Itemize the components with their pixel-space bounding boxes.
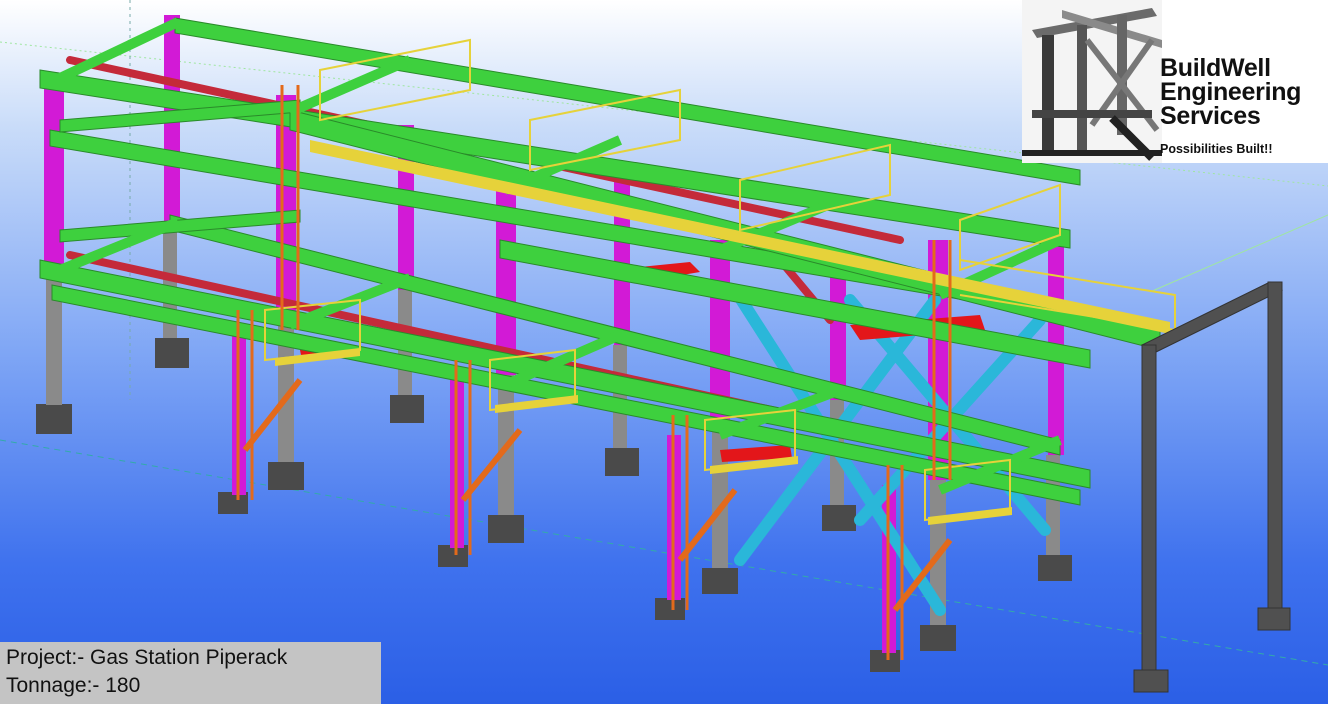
brand-line-3: Services xyxy=(1160,102,1261,130)
portal-frame xyxy=(1133,281,1291,693)
steel-structure-logo-icon xyxy=(1022,0,1162,163)
brand-line-1: BuildWell xyxy=(1160,54,1271,82)
brand-name: BuildWell Engineering Services xyxy=(1160,54,1302,130)
tonnage: Tonnage:- 180 xyxy=(6,674,141,697)
project-name: Project:- Gas Station Piperack xyxy=(6,646,288,669)
brand-line-2: Engineering xyxy=(1160,78,1302,106)
company-logo: BuildWell Engineering Services Possibili… xyxy=(1022,0,1328,163)
project-info-box: Project:- Gas Station Piperack Tonnage:-… xyxy=(0,642,381,704)
brand-tagline: Possibilities Built!! xyxy=(1160,142,1273,156)
